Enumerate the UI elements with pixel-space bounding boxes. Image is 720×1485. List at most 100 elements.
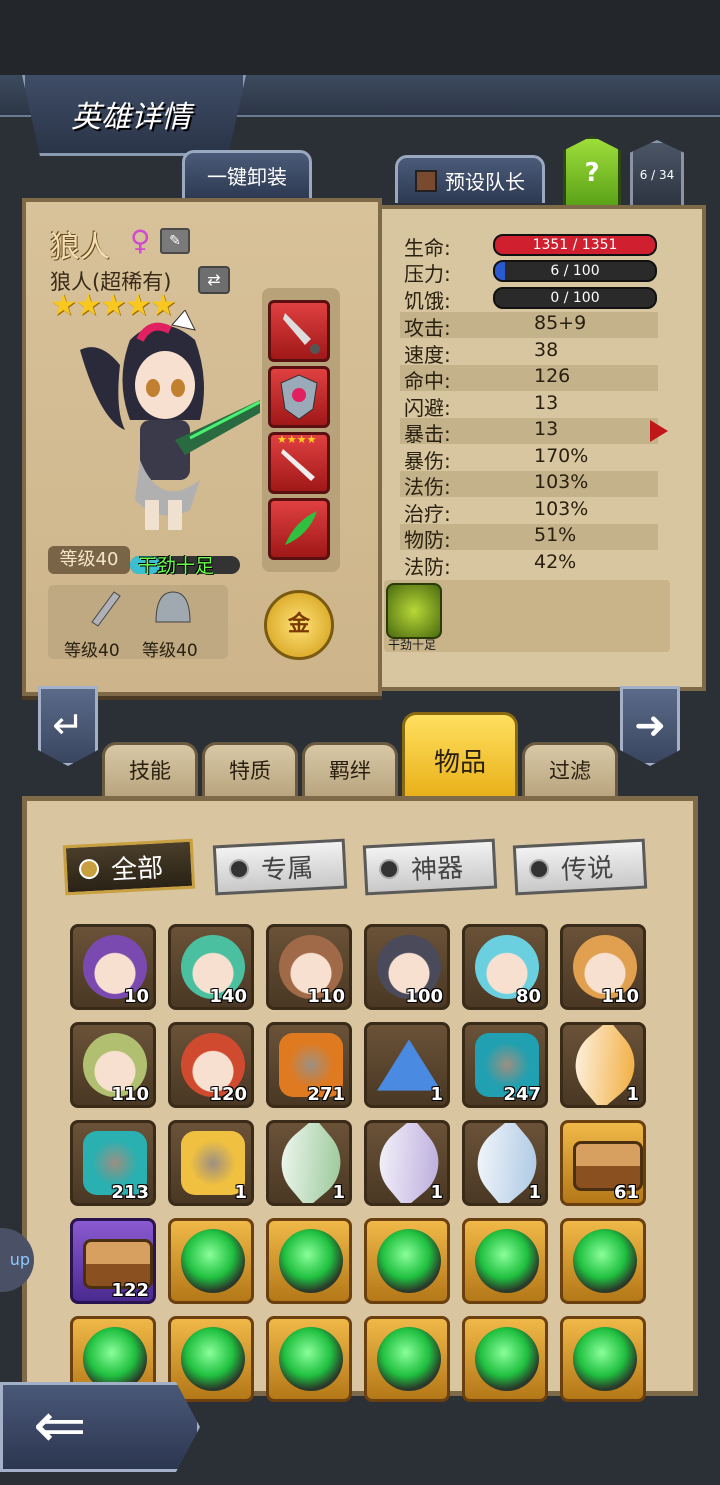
green-orb-icon: [181, 1327, 245, 1391]
next-hero-arrow-icon[interactable]: ➜: [620, 686, 680, 766]
inventory-slot[interactable]: 122: [70, 1218, 156, 1304]
inventory-slot[interactable]: 271: [266, 1022, 352, 1108]
filter-tab-all[interactable]: 全部: [62, 838, 196, 896]
inventory-slot[interactable]: 1: [364, 1120, 450, 1206]
filter-tab-label: 全部: [110, 852, 164, 886]
morale-status: 干劲十足: [138, 555, 215, 577]
filter-tab-artifact[interactable]: 神器: [362, 838, 498, 896]
stat-row: 法防: 42%: [400, 551, 658, 579]
dagger-icon: [283, 313, 320, 354]
equip-slot-accessory[interactable]: ★★★★: [268, 432, 330, 494]
inventory-slot[interactable]: 213: [70, 1120, 156, 1206]
inventory-slot[interactable]: 1: [266, 1120, 352, 1206]
top-background: [0, 0, 720, 75]
inventory-slot[interactable]: [364, 1316, 450, 1402]
trait-icon[interactable]: [386, 583, 442, 639]
inventory-slot[interactable]: [266, 1316, 352, 1402]
inventory-slot[interactable]: 110: [70, 1022, 156, 1108]
item-quantity: 140: [209, 986, 247, 1007]
inventory-slot[interactable]: [462, 1316, 548, 1402]
gold-coin-button[interactable]: 金: [264, 590, 334, 660]
equip-slot-trinket[interactable]: [268, 498, 330, 560]
green-orb-icon: [181, 1229, 245, 1293]
inventory-slot[interactable]: 120: [168, 1022, 254, 1108]
filter-tab-label: 神器: [410, 852, 464, 886]
inventory-slot[interactable]: 1: [560, 1022, 646, 1108]
stat-value: 103%: [534, 497, 589, 520]
helmet-gear-icon[interactable]: [150, 586, 196, 630]
inventory-slot[interactable]: [266, 1218, 352, 1304]
inventory-slot[interactable]: [560, 1316, 646, 1402]
inventory-slot[interactable]: [462, 1218, 548, 1304]
item-quantity: 271: [307, 1084, 345, 1105]
inventory-slot[interactable]: 80: [462, 924, 548, 1010]
stat-row: 速度: 38: [400, 339, 658, 367]
hunger-value: 0 / 100: [550, 290, 600, 306]
stat-label: 闪避:: [404, 395, 451, 420]
swap-class-icon[interactable]: ⇄: [198, 266, 230, 294]
inventory-slot[interactable]: 247: [462, 1022, 548, 1108]
equip-slot-weapon[interactable]: [268, 300, 330, 362]
green-orb-icon: [475, 1229, 539, 1293]
filter-tab-legend[interactable]: 传说: [512, 838, 648, 896]
hp-bar: 1351 / 1351: [493, 234, 657, 256]
inventory-slot[interactable]: [560, 1218, 646, 1304]
weapon-gear-icon[interactable]: [82, 586, 122, 630]
stat-label: 法防:: [404, 554, 451, 579]
item-quantity: 80: [515, 986, 541, 1007]
item-quantity: 100: [405, 986, 443, 1007]
equip-slot-armor[interactable]: [268, 366, 330, 428]
tab-traits[interactable]: 特质: [202, 742, 298, 798]
back-arrow-button[interactable]: ⇐: [0, 1382, 200, 1472]
stat-row: 物防: 51%: [400, 524, 658, 552]
green-orb-icon: [475, 1327, 539, 1391]
tab-bonds[interactable]: 羁绊: [302, 742, 398, 798]
inventory-slot[interactable]: [364, 1218, 450, 1304]
item-quantity: 110: [111, 1084, 149, 1105]
weapon-level: 等级40: [64, 641, 120, 661]
female-gender-icon: ♀: [130, 224, 151, 257]
inventory-slot[interactable]: 100: [364, 924, 450, 1010]
stat-value: 170%: [534, 444, 589, 467]
stat-row: 攻击: 85+9: [400, 312, 658, 340]
trait-label: 干劲十足: [387, 638, 436, 652]
stat-value: 126: [534, 365, 571, 387]
stat-value: 13: [534, 391, 559, 414]
hunger-bar: 0 / 100: [493, 287, 657, 309]
stat-row: 暴伤: 170%: [400, 444, 658, 473]
stat-label: 法伤:: [404, 475, 451, 499]
tab-skills[interactable]: 技能: [102, 742, 198, 798]
inventory-slot[interactable]: 110: [560, 924, 646, 1010]
stat-label: 速度:: [404, 342, 451, 367]
armor-level: 等级40: [142, 641, 198, 661]
inventory-slot[interactable]: 1: [364, 1022, 450, 1108]
tab-items[interactable]: 物品: [402, 712, 518, 798]
prev-hero-arrow-icon[interactable]: ↵: [38, 686, 98, 766]
item-quantity: 1: [234, 1182, 247, 1203]
expand-arrow-icon[interactable]: [650, 420, 668, 442]
inventory-slot[interactable]: [168, 1316, 254, 1402]
stat-label: 生命:: [404, 236, 451, 260]
item-quantity: 122: [111, 1280, 149, 1301]
inventory-slot[interactable]: 110: [266, 924, 352, 1010]
inventory-slot[interactable]: [168, 1218, 254, 1304]
inventory-slot[interactable]: 140: [168, 924, 254, 1010]
preset-leader-button[interactable]: 预设队长: [395, 155, 545, 203]
help-button[interactable]: ?: [563, 136, 621, 210]
unequip-all-button[interactable]: 一键卸装: [182, 150, 312, 198]
stat-label: 攻击:: [404, 316, 451, 340]
tab-filter[interactable]: 过滤: [522, 742, 618, 798]
item-quantity: 1: [332, 1182, 345, 1203]
stat-label: 命中:: [404, 369, 451, 393]
inventory-slot[interactable]: 10: [70, 924, 156, 1010]
stat-value: 103%: [534, 471, 589, 493]
inventory-slot[interactable]: 1: [462, 1120, 548, 1206]
preset-leader-checkbox[interactable]: [415, 169, 437, 192]
filter-tab-exclusive[interactable]: 专属: [212, 838, 348, 896]
inventory-slot[interactable]: 61: [560, 1120, 646, 1206]
edit-name-icon[interactable]: ✎: [160, 228, 190, 254]
inventory-slot[interactable]: 1: [168, 1120, 254, 1206]
item-quantity: 1: [626, 1084, 639, 1105]
hero-count-badge[interactable]: 6 / 34: [630, 140, 684, 210]
stat-row: 暴击: 13: [400, 418, 658, 446]
